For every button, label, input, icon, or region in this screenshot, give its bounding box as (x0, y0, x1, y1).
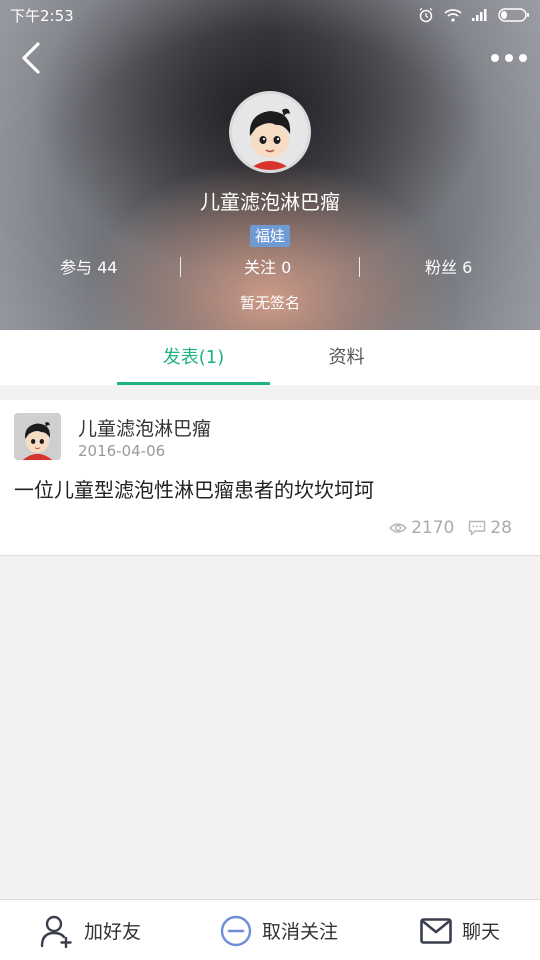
post-title[interactable]: 一位儿童型滤泡性淋巴瘤患者的坎坎坷坷 (14, 474, 374, 503)
post-comments-count: 28 (490, 518, 512, 538)
stat-participate[interactable]: 参与 44 (60, 256, 117, 280)
comment-icon (468, 520, 486, 536)
profile-header: 下午2:53 儿童滤泡淋巴瘤 福娃 参与 44 关注 0 粉丝 6 暂无签名 (0, 0, 540, 330)
tab-info[interactable]: 资料 (270, 330, 423, 385)
add-friend-label: 加好友 (84, 921, 142, 943)
status-bar: 下午2:53 (0, 0, 540, 30)
chat-label: 聊天 (462, 921, 501, 943)
mail-icon (420, 917, 452, 944)
profile-tabs: 发表(1) 资料 (0, 330, 540, 385)
add-friend-button[interactable]: 加好友 (40, 900, 141, 960)
status-icons (418, 7, 530, 23)
profile-stats: 参与 44 关注 0 粉丝 6 (0, 256, 540, 280)
post-views-count: 2170 (411, 518, 455, 538)
chat-button[interactable]: 聊天 (420, 900, 500, 960)
tab-posts[interactable]: 发表(1) (117, 330, 270, 385)
stat-following[interactable]: 关注 0 (244, 256, 291, 280)
signal-icon (472, 9, 487, 21)
back-arrow-icon (22, 42, 40, 74)
wifi-icon (444, 9, 462, 22)
bottom-action-bar: 加好友 取消关注 聊天 (0, 899, 540, 960)
more-dots-icon (491, 54, 527, 62)
profile-signature: 暂无签名 (239, 294, 300, 312)
alarm-icon (419, 7, 433, 23)
minus-circle-icon (220, 915, 252, 947)
back-button[interactable] (16, 40, 46, 76)
stat-fans[interactable]: 粉丝 6 (425, 256, 472, 280)
more-button[interactable] (490, 48, 528, 68)
profile-tag-badge: 福娃 (250, 225, 290, 247)
post-author-avatar[interactable] (14, 413, 61, 460)
status-time: 下午2:53 (10, 6, 74, 25)
active-tab-indicator (117, 382, 270, 385)
battery-icon (498, 8, 529, 22)
stat-divider (180, 257, 181, 277)
unfollow-button[interactable]: 取消关注 (220, 900, 338, 960)
add-user-icon (40, 914, 74, 948)
post-meta: 2170 28 (389, 518, 512, 538)
tab-info-label: 资料 (328, 347, 365, 368)
eye-icon (389, 521, 408, 535)
post-date: 2016-04-06 (78, 442, 166, 460)
post-author-name[interactable]: 儿童滤泡淋巴瘤 (78, 414, 211, 441)
post-card[interactable]: 儿童滤泡淋巴瘤 2016-04-06 一位儿童型滤泡性淋巴瘤患者的坎坎坷坷 21… (0, 400, 540, 556)
tab-posts-label: 发表(1) (162, 347, 225, 368)
cartoon-boy-avatar-icon (232, 94, 308, 170)
cartoon-boy-avatar-icon (14, 413, 61, 460)
stat-divider (359, 257, 360, 277)
profile-avatar[interactable] (229, 91, 311, 173)
post-views: 2170 (389, 518, 454, 538)
profile-name: 儿童滤泡淋巴瘤 (200, 190, 340, 214)
post-comments: 28 (468, 518, 512, 538)
unfollow-label: 取消关注 (262, 921, 339, 943)
